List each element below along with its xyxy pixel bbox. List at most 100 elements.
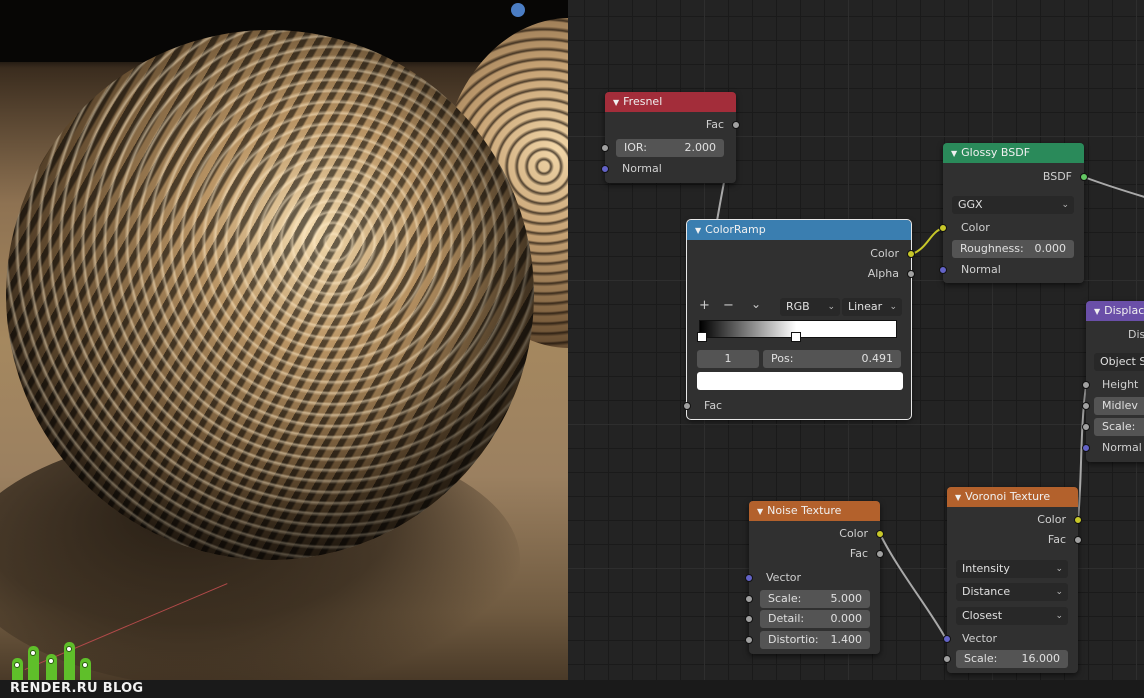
- noise-distortion-value: 1.400: [830, 633, 863, 646]
- noise-scale-socket[interactable]: [745, 595, 753, 603]
- node-editor[interactable]: ▼ Fresnel Fac IOR: 2.000 Normal ▼ ColorRam…: [568, 0, 1144, 680]
- pos-label: Pos:: [771, 352, 794, 365]
- noise-detail-field[interactable]: Detail: 0.000: [760, 610, 870, 628]
- glossy-bsdf-socket[interactable]: [1080, 173, 1088, 181]
- fresnel-ior-field[interactable]: IOR: 2.000: [616, 139, 724, 157]
- colorramp-fac-input: Fac: [704, 399, 723, 412]
- fresnel-fac-output: Fac: [705, 118, 724, 131]
- colorramp-node-header[interactable]: ▼ ColorRamp: [687, 220, 911, 240]
- glossy-distribution-dropdown[interactable]: GGX ⌄: [952, 196, 1074, 214]
- stop-index-field[interactable]: 1: [697, 350, 759, 368]
- colorramp-color-socket[interactable]: [907, 250, 915, 258]
- chevron-down-icon[interactable]: ⌄: [751, 297, 761, 311]
- voronoi-node-header[interactable]: ▼ Voronoi Texture: [947, 487, 1078, 507]
- glossy-roughness-value: 0.000: [1034, 242, 1067, 255]
- voronoi-feature-dropdown[interactable]: Closest ⌄: [956, 607, 1068, 625]
- noise-fac-socket[interactable]: [876, 550, 884, 558]
- displacement-node-header[interactable]: ▼ Displac: [1086, 301, 1144, 321]
- noise-scale-field[interactable]: Scale: 5.000: [760, 590, 870, 608]
- glossy-color-socket[interactable]: [939, 224, 947, 232]
- noise-detail-socket[interactable]: [745, 615, 753, 623]
- voronoi-color-socket[interactable]: [1074, 516, 1082, 524]
- fresnel-normal-socket[interactable]: [601, 165, 609, 173]
- noise-color-output: Color: [839, 527, 868, 540]
- colorramp-title: ColorRamp: [705, 223, 766, 236]
- voronoi-title: Voronoi Texture: [965, 490, 1051, 503]
- displacement-midlevel-socket[interactable]: [1082, 402, 1090, 410]
- navigation-gizmo-dot[interactable]: [511, 3, 525, 17]
- displacement-height-label: Height: [1102, 378, 1139, 391]
- bottom-bar: [0, 680, 1144, 698]
- colorramp-node[interactable]: ▼ ColorRamp Color Alpha + − ⌄ RGB ⌄ Linear…: [683, 219, 915, 420]
- voronoi-coloring-value: Intensity: [962, 562, 1010, 575]
- triangle-down-icon[interactable]: ▼: [951, 149, 957, 158]
- displacement-midlevel-field[interactable]: Midlev: [1094, 397, 1144, 415]
- render-viewport[interactable]: [0, 0, 568, 680]
- glossy-normal-socket[interactable]: [939, 266, 947, 274]
- glossy-roughness-field[interactable]: Roughness: 0.000: [952, 240, 1074, 258]
- triangle-down-icon[interactable]: ▼: [695, 226, 701, 235]
- colorramp-fac-socket[interactable]: [683, 402, 691, 410]
- glossy-bsdf-output: BSDF: [1042, 170, 1072, 183]
- triangle-down-icon[interactable]: ▼: [757, 507, 763, 516]
- remove-stop-button[interactable]: −: [723, 298, 734, 313]
- noise-vector-socket[interactable]: [745, 574, 753, 582]
- add-stop-button[interactable]: +: [699, 298, 710, 313]
- interpolation-dropdown[interactable]: Linear ⌄: [842, 298, 902, 316]
- displacement-normal-socket[interactable]: [1082, 444, 1090, 452]
- voronoi-scale-field[interactable]: Scale: 16.000: [956, 650, 1068, 668]
- stop-position-field[interactable]: Pos: 0.491: [763, 350, 901, 368]
- stop-color-swatch[interactable]: [697, 372, 903, 390]
- noise-title: Noise Texture: [767, 504, 842, 517]
- fresnel-node-header[interactable]: ▼ Fresnel: [605, 92, 736, 112]
- displacement-title: Displac: [1104, 304, 1144, 317]
- glossy-bsdf-node[interactable]: ▼ Glossy BSDF BSDF GGX ⌄ Color Roughness: …: [939, 143, 1088, 283]
- chevron-down-icon: ⌄: [1061, 200, 1069, 210]
- voronoi-vector-socket[interactable]: [943, 635, 951, 643]
- noise-distortion-label: Distortio:: [768, 633, 819, 646]
- fresnel-fac-socket[interactable]: [732, 121, 740, 129]
- color-mode-dropdown[interactable]: RGB ⌄: [780, 298, 840, 316]
- chevron-down-icon: ⌄: [1055, 611, 1063, 621]
- glossy-node-header[interactable]: ▼ Glossy BSDF: [943, 143, 1084, 163]
- noise-distortion-field[interactable]: Distortio: 1.400: [760, 631, 870, 649]
- ramp-stop-handle-selected[interactable]: [791, 332, 802, 342]
- displacement-height-socket[interactable]: [1082, 381, 1090, 389]
- noise-scale-label: Scale:: [768, 592, 802, 605]
- noise-color-socket[interactable]: [876, 530, 884, 538]
- brand-name: RENDER.RU: [10, 681, 98, 696]
- displacement-space-dropdown[interactable]: Object S: [1094, 353, 1144, 371]
- chevron-down-icon: ⌄: [1055, 587, 1063, 597]
- noise-texture-node[interactable]: ▼ Noise Texture Color Fac Vector Scale: 5…: [745, 501, 884, 654]
- noise-scale-value: 5.000: [830, 592, 863, 605]
- triangle-down-icon[interactable]: ▼: [1094, 307, 1100, 316]
- brand-watermark: RENDER.RU BLOG: [10, 681, 143, 696]
- interpolation-value: Linear: [848, 300, 883, 313]
- chevron-down-icon: ⌄: [1055, 564, 1063, 574]
- fresnel-node[interactable]: ▼ Fresnel Fac IOR: 2.000 Normal: [601, 92, 740, 183]
- voronoi-scale-socket[interactable]: [943, 655, 951, 663]
- noise-detail-value: 0.000: [830, 612, 863, 625]
- fresnel-ior-socket[interactable]: [601, 144, 609, 152]
- noise-distortion-socket[interactable]: [745, 636, 753, 644]
- triangle-down-icon[interactable]: ▼: [613, 98, 619, 107]
- displacement-node[interactable]: ▼ Displac Dis Object S Height Midlev Scal…: [1082, 301, 1144, 462]
- displacement-scale-socket[interactable]: [1082, 423, 1090, 431]
- voronoi-fac-socket[interactable]: [1074, 536, 1082, 544]
- voronoi-texture-node[interactable]: ▼ Voronoi Texture Color Fac Intensity ⌄ Di…: [943, 487, 1082, 673]
- chevron-down-icon: ⌄: [827, 302, 835, 312]
- brand-suffix: BLOG: [102, 681, 144, 696]
- noise-node-header[interactable]: ▼ Noise Texture: [749, 501, 880, 521]
- voronoi-fac-output: Fac: [1047, 533, 1066, 546]
- voronoi-coloring-dropdown[interactable]: Intensity ⌄: [956, 560, 1068, 578]
- triangle-down-icon[interactable]: ▼: [955, 493, 961, 502]
- voronoi-distance-dropdown[interactable]: Distance ⌄: [956, 583, 1068, 601]
- noise-fac-output: Fac: [849, 547, 868, 560]
- displacement-scale-field[interactable]: Scale:: [1094, 418, 1144, 436]
- ramp-stop-handle[interactable]: [697, 332, 707, 342]
- pos-value: 0.491: [861, 352, 894, 365]
- voronoi-scale-label: Scale:: [964, 652, 998, 665]
- colorramp-alpha-socket[interactable]: [907, 270, 915, 278]
- colorramp-alpha-output: Alpha: [867, 267, 899, 280]
- glossy-normal-label: Normal: [961, 263, 1001, 276]
